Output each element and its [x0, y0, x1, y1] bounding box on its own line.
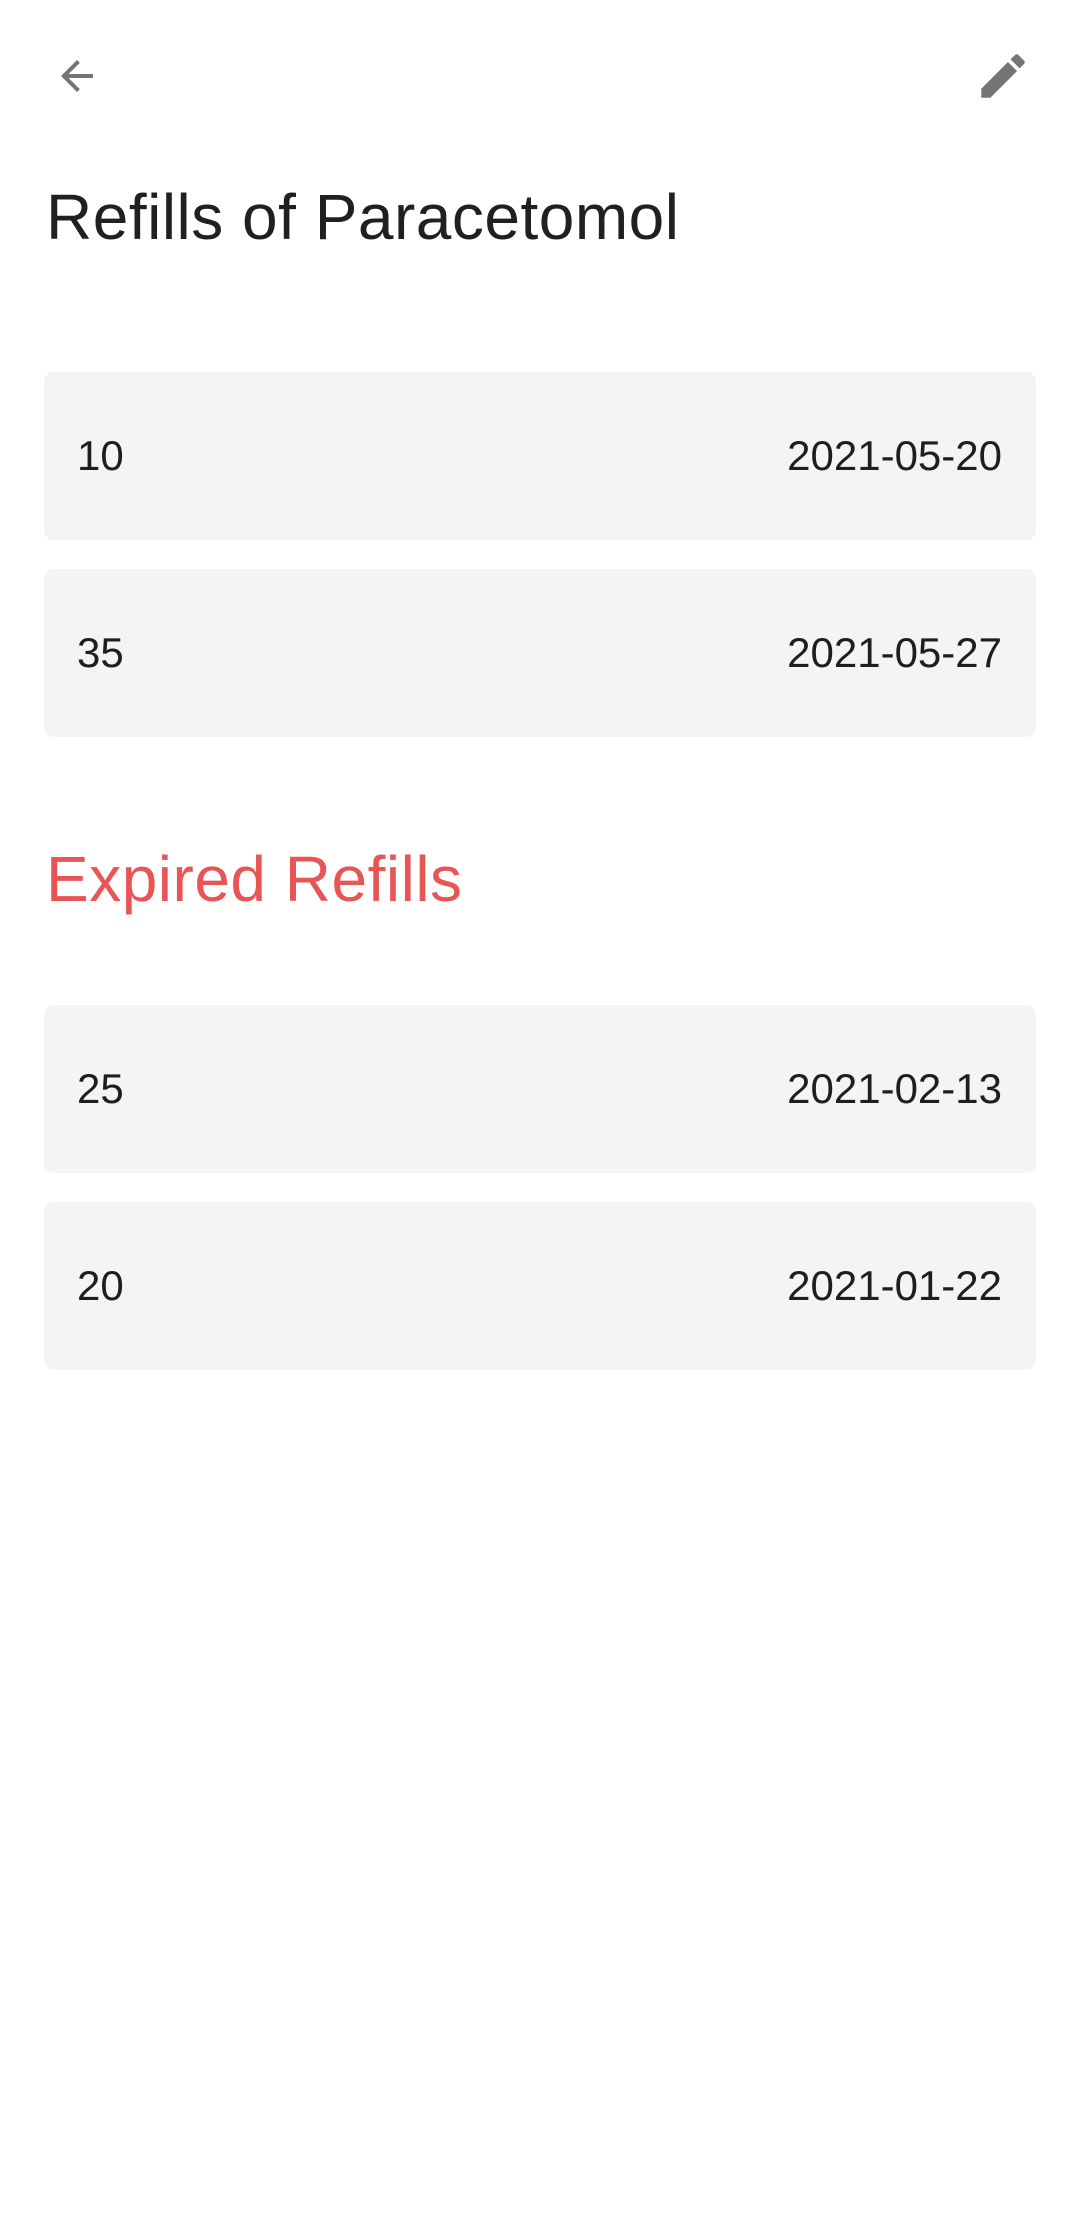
- pencil-edit-icon: [981, 54, 1025, 98]
- refill-card[interactable]: 35 2021-05-27: [44, 569, 1036, 737]
- refill-card[interactable]: 10 2021-05-20: [44, 372, 1036, 540]
- top-app-bar: [0, 0, 1080, 150]
- refill-amount: 10: [77, 432, 124, 479]
- refill-list: 10 2021-05-20 35 2021-05-27: [44, 372, 1036, 766]
- expired-refill-card[interactable]: 20 2021-01-22: [44, 1202, 1036, 1370]
- refill-date: 2021-02-13: [787, 1065, 1002, 1112]
- expired-refill-card[interactable]: 25 2021-02-13: [44, 1005, 1036, 1173]
- refill-date: 2021-01-22: [787, 1262, 1002, 1309]
- expired-refills-heading: Expired Refills: [46, 843, 463, 915]
- refill-date: 2021-05-20: [787, 432, 1002, 479]
- edit-button[interactable]: [963, 36, 1043, 116]
- refill-date: 2021-05-27: [787, 629, 1002, 676]
- expired-refill-list: 25 2021-02-13 20 2021-01-22: [44, 1005, 1036, 1399]
- arrow-back-icon: [61, 60, 93, 92]
- refill-amount: 25: [77, 1065, 124, 1112]
- refill-amount: 20: [77, 1262, 124, 1309]
- back-button[interactable]: [37, 36, 117, 116]
- refill-amount: 35: [77, 629, 124, 676]
- page-title: Refills of Paracetomol: [46, 181, 680, 253]
